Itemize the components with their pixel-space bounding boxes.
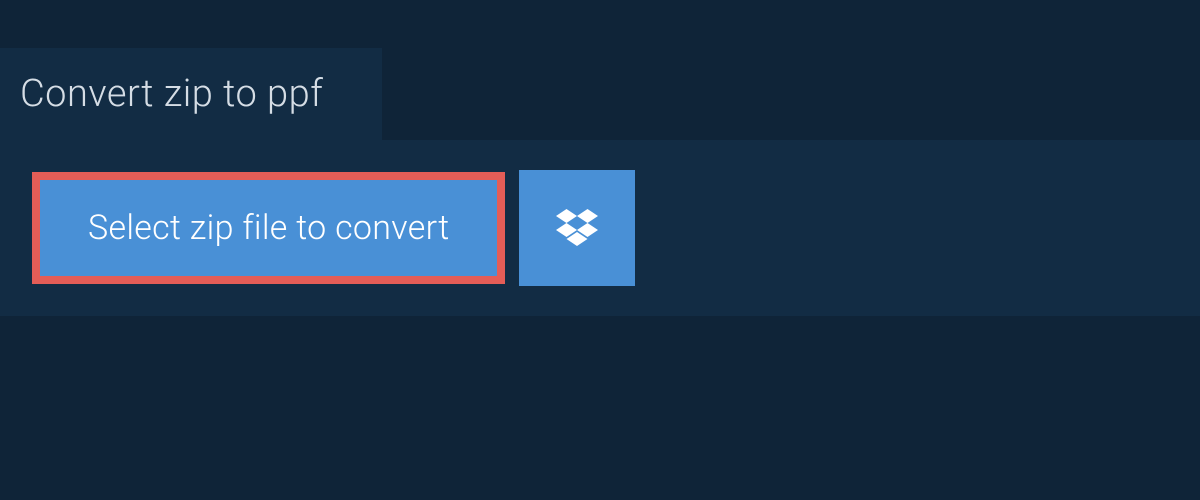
- select-file-label: Select zip file to convert: [88, 208, 449, 248]
- header-tab: Convert zip to ppf: [0, 48, 382, 140]
- page-title: Convert zip to ppf: [20, 72, 352, 116]
- dropbox-button[interactable]: [519, 170, 635, 286]
- select-file-button[interactable]: Select zip file to convert: [32, 172, 505, 284]
- content-panel: Select zip file to convert: [0, 140, 1200, 316]
- dropbox-icon: [556, 209, 598, 247]
